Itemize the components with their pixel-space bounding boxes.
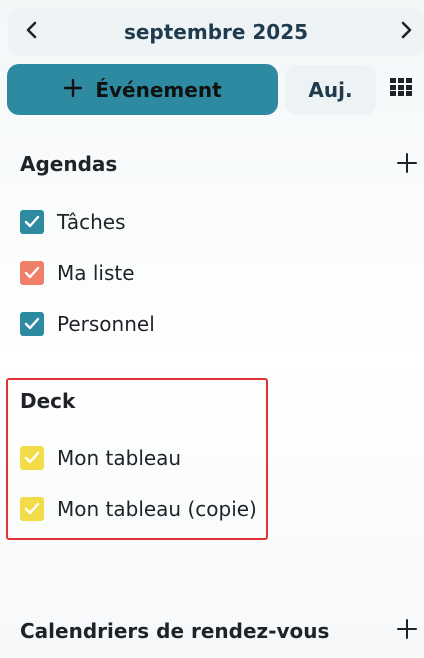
new-event-button[interactable]: Événement (7, 64, 278, 115)
checkbox-taches[interactable] (20, 210, 44, 234)
agendas-heading: Agendas (20, 152, 118, 176)
next-month-button[interactable] (386, 8, 424, 56)
checkbox-mon-tableau-copie[interactable] (20, 497, 44, 521)
chevron-left-icon (25, 20, 39, 44)
calendar-item-mon-tableau-copie[interactable]: Mon tableau (copie) (20, 491, 257, 527)
deck-heading: Deck (20, 389, 76, 413)
calendar-label: Mon tableau (57, 446, 182, 470)
calendar-item-ma-liste[interactable]: Ma liste (20, 255, 135, 291)
calendar-item-personnel[interactable]: Personnel (20, 306, 155, 342)
calendar-label: Tâches (57, 210, 126, 234)
plus-icon (397, 153, 417, 177)
plus-icon (397, 619, 417, 643)
previous-month-button[interactable] (12, 8, 52, 56)
checkbox-mon-tableau[interactable] (20, 446, 44, 470)
calendar-item-mon-tableau[interactable]: Mon tableau (20, 440, 181, 476)
plus-icon (63, 78, 83, 102)
new-event-label: Événement (95, 77, 222, 102)
calendar-label: Ma liste (57, 261, 135, 285)
checkbox-ma-liste[interactable] (20, 261, 44, 285)
chevron-right-icon (399, 20, 413, 44)
calendar-label: Personnel (57, 312, 155, 336)
calendar-label: Mon tableau (copie) (57, 497, 257, 521)
add-agenda-button[interactable] (396, 153, 418, 177)
month-navigation: septembre 2025 (8, 8, 424, 56)
add-appointment-calendar-button[interactable] (396, 619, 418, 643)
grid-view-icon (390, 78, 412, 100)
view-switcher-button[interactable] (390, 64, 424, 114)
today-button[interactable]: Auj. (285, 65, 376, 115)
appointments-heading: Calendriers de rendez-vous (20, 619, 330, 643)
month-label[interactable]: septembre 2025 (8, 8, 424, 56)
checkbox-personnel[interactable] (20, 312, 44, 336)
calendar-item-taches[interactable]: Tâches (20, 204, 126, 240)
